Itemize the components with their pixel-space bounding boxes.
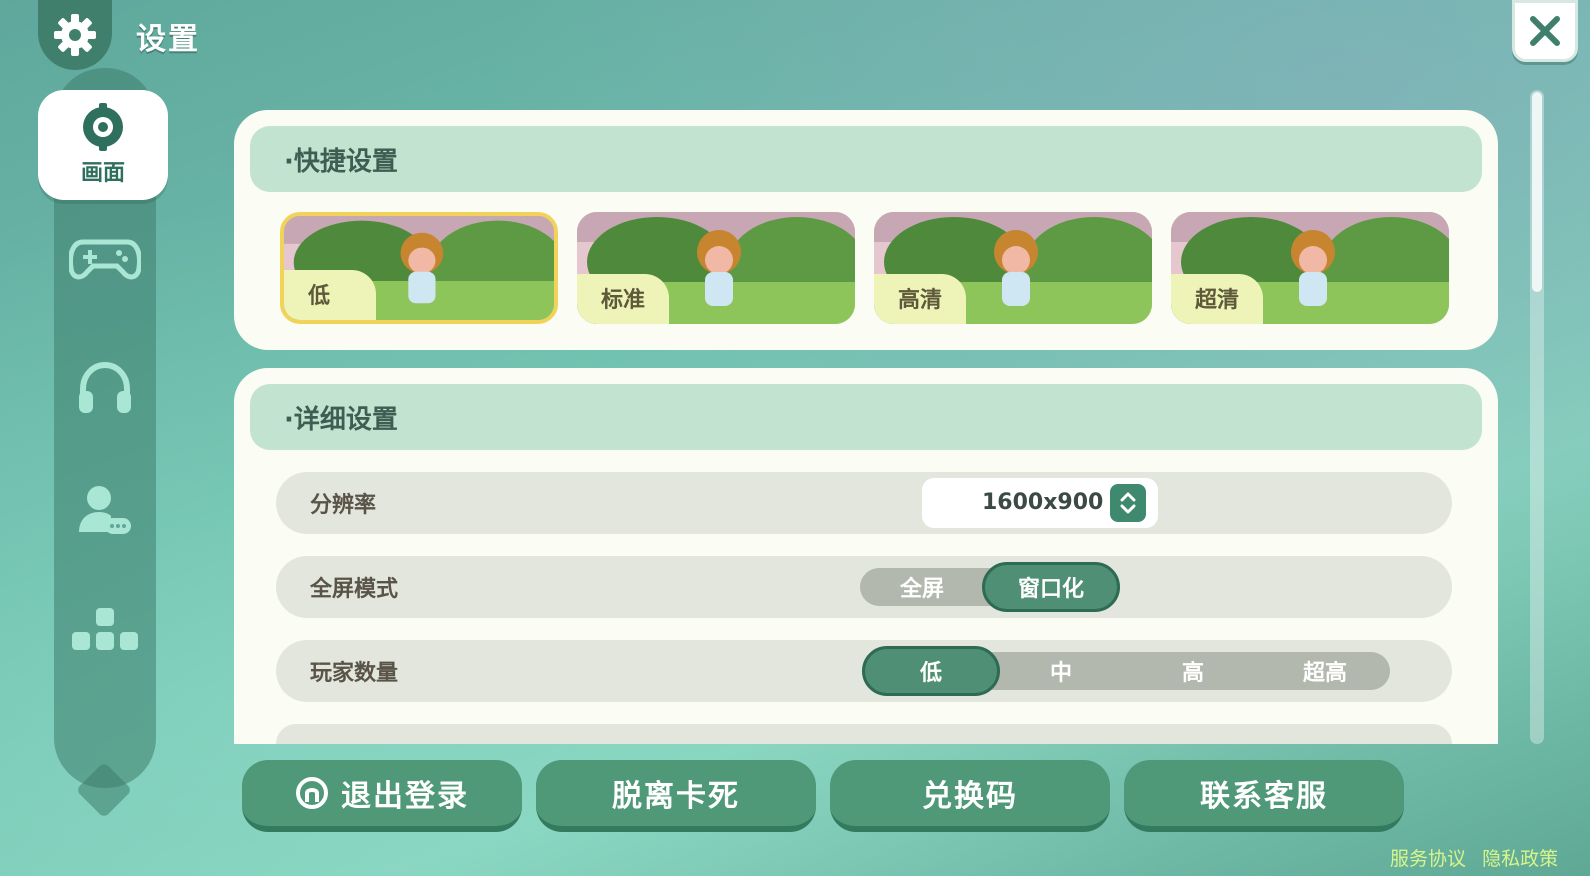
windowed-option[interactable]: 窗口化 [982, 562, 1120, 612]
quality-preset-low[interactable]: 低 [280, 212, 558, 324]
quality-preset-standard[interactable]: 标准 [577, 212, 855, 324]
sidebar-tab-social[interactable] [40, 455, 170, 565]
user-chat-icon [79, 486, 131, 534]
close-button[interactable] [1512, 0, 1578, 62]
sidebar-tab-keys[interactable] [40, 575, 170, 685]
fullscreen-label: 全屏模式 [310, 577, 399, 602]
redeem-code-button[interactable]: 兑换码 [830, 760, 1110, 832]
resolution-stepper-button[interactable] [1110, 484, 1146, 522]
footer-links: 服务协议 隐私政策 [1390, 844, 1568, 871]
player-count-medium[interactable]: 中 [996, 646, 1126, 696]
contact-support-label: 联系客服 [1200, 779, 1328, 814]
sidebar-tab-audio[interactable] [40, 333, 170, 443]
gear-icon [54, 14, 96, 56]
player-count-label: 玩家数量 [310, 661, 399, 686]
fullscreen-option[interactable]: 全屏 [860, 562, 984, 612]
gamepad-icon [69, 239, 141, 280]
player-count-selector: 低 中 高 超高 [862, 646, 1390, 696]
player-count-ultra[interactable]: 超高 [1260, 646, 1390, 696]
close-icon [1530, 16, 1560, 46]
preset-label: 超清 [1171, 274, 1263, 324]
sidebar-tab-label: 画面 [80, 161, 125, 186]
resolution-row: 分辨率 1600x900 [276, 472, 1452, 534]
terms-link[interactable]: 服务协议 [1390, 848, 1466, 870]
contact-support-button[interactable]: 联系客服 [1124, 760, 1404, 832]
quality-preset-high[interactable]: 高清 [874, 212, 1152, 324]
display-settings-icon [83, 103, 123, 151]
preset-label: 标准 [577, 274, 669, 324]
preset-label: 高清 [874, 274, 966, 324]
scrollbar-thumb[interactable] [1532, 92, 1542, 292]
scrollbar[interactable] [1530, 90, 1544, 744]
logout-label: 退出登录 [341, 779, 469, 814]
power-icon [296, 777, 328, 809]
player-count-row: 玩家数量 低 中 高 超高 [276, 640, 1452, 702]
unstuck-button[interactable]: 脱离卡死 [536, 760, 816, 832]
player-count-low[interactable]: 低 [862, 646, 1000, 696]
detail-settings-title: ·详细设置 [250, 384, 1482, 450]
keyboard-keys-icon [72, 608, 138, 650]
fullscreen-row: 全屏模式 全屏 窗口化 [276, 556, 1452, 618]
quality-preset-ultra[interactable]: 超清 [1171, 212, 1449, 324]
player-count-high[interactable]: 高 [1128, 646, 1258, 696]
resolution-select[interactable]: 1600x900 [922, 478, 1158, 528]
page-title: 设置 [136, 22, 200, 57]
fullscreen-toggle: 全屏 窗口化 [860, 562, 1120, 612]
chevron-up-down-icon [1120, 492, 1136, 514]
preset-label: 低 [284, 270, 376, 320]
sidebar-tab-controls[interactable] [40, 205, 170, 315]
next-setting-row [276, 724, 1452, 744]
resolution-label: 分辨率 [310, 493, 377, 518]
quick-settings-title: ·快捷设置 [250, 126, 1482, 192]
resolution-value: 1600x900 [982, 490, 1104, 515]
sidebar-tab-display[interactable]: 画面 [38, 90, 168, 200]
logout-button[interactable]: 退出登录 [242, 760, 522, 832]
redeem-code-label: 兑换码 [922, 779, 1018, 814]
privacy-link[interactable]: 隐私政策 [1482, 848, 1558, 870]
headphones-icon [79, 361, 131, 413]
unstuck-label: 脱离卡死 [612, 779, 740, 814]
